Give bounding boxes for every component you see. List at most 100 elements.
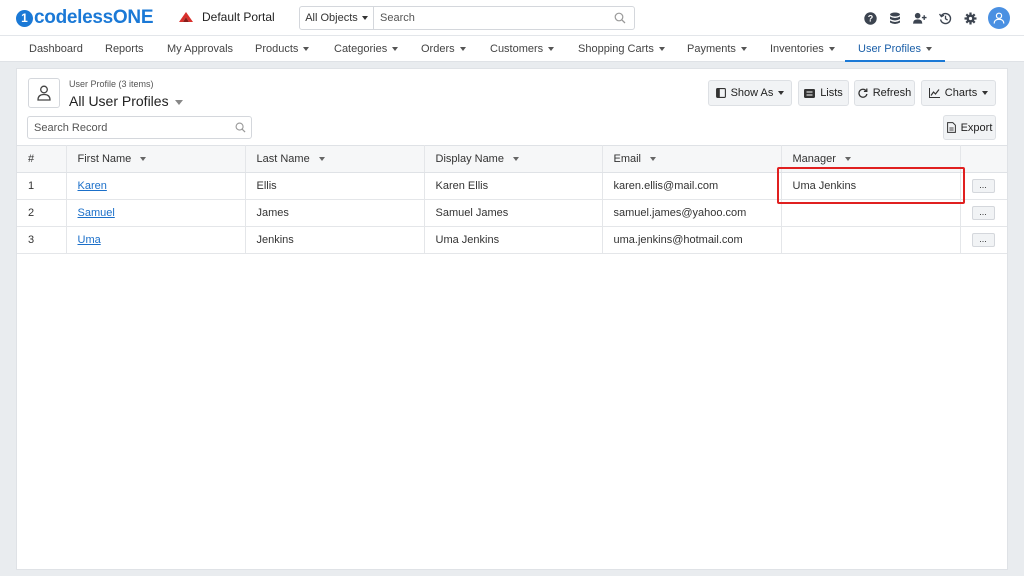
sort-icon[interactable] (318, 157, 325, 162)
main-nav: Dashboard Reports My Approvals Products … (0, 36, 1024, 62)
refresh-label: Refresh (872, 87, 912, 99)
nav-label: Payments (687, 43, 736, 55)
search-icon[interactable] (606, 7, 634, 29)
row-more-button[interactable]: ... (971, 179, 995, 193)
portal-name: Default Portal (202, 10, 275, 24)
column-header-last-name[interactable]: Last Name (245, 145, 425, 173)
nav-dashboard[interactable]: Dashboard (29, 36, 83, 62)
refresh-icon (858, 88, 868, 98)
column-label: Display Name (435, 153, 504, 165)
sort-icon[interactable] (650, 157, 657, 162)
record-link[interactable]: Karen (78, 180, 107, 192)
gear-icon[interactable] (963, 11, 977, 25)
search-icon[interactable] (229, 122, 251, 133)
record-link[interactable]: Uma (78, 234, 101, 246)
table-row[interactable]: 2 Samuel James Samuel James samuel.james… (17, 199, 1007, 227)
last-name-cell: Jenkins (245, 226, 425, 254)
charts-button[interactable]: Charts (921, 80, 996, 106)
table-row[interactable]: 1 Karen Ellis Karen Ellis karen.ellis@ma… (17, 172, 1007, 200)
app-logo[interactable]: 1 codelessONE (16, 7, 154, 29)
record-search-input[interactable] (28, 121, 229, 134)
sort-icon[interactable] (140, 157, 147, 162)
nav-orders[interactable]: Orders (421, 36, 466, 62)
row-number: 1 (17, 172, 67, 200)
nav-label: Dashboard (29, 43, 83, 55)
nav-label: Reports (105, 43, 144, 55)
top-header: 1 codelessONE Default Portal All Objects… (0, 0, 1024, 36)
show-as-button[interactable]: Show As (708, 80, 792, 106)
column-label: First Name (77, 153, 132, 165)
column-label: Email (613, 153, 642, 165)
list-icon (804, 88, 816, 98)
nav-customers[interactable]: Customers (490, 36, 555, 62)
nav-user-profiles[interactable]: User Profiles (845, 36, 945, 62)
refresh-button[interactable]: Refresh (854, 80, 915, 106)
last-name-cell: James (245, 199, 425, 227)
export-button[interactable]: Export (943, 115, 996, 140)
nav-label: Categories (334, 43, 388, 55)
table-row[interactable]: 3 Uma Jenkins Uma Jenkins uma.jenkins@ho… (17, 226, 1007, 254)
database-icon[interactable] (888, 11, 902, 25)
search-scope-dropdown[interactable]: All Objects (300, 7, 374, 29)
list-panel: User Profile (3 items) All User Profiles… (16, 68, 1008, 570)
nav-shopping-carts[interactable]: Shopping Carts (578, 36, 665, 62)
global-search: All Objects (299, 6, 635, 30)
user-avatar[interactable] (988, 7, 1010, 29)
nav-label: User Profiles (858, 43, 921, 55)
row-number: 2 (17, 199, 67, 227)
chevron-down-icon (174, 99, 183, 105)
column-header-actions (960, 145, 1007, 173)
logo-mark: 1 (16, 9, 33, 27)
column-header-first-name[interactable]: First Name (66, 145, 246, 173)
manager-cell[interactable] (781, 226, 961, 254)
view-title: All User Profiles (69, 93, 169, 109)
object-count: User Profile (3 items) (69, 79, 154, 89)
display-name-cell: Uma Jenkins (424, 226, 603, 254)
add-user-icon[interactable] (913, 11, 927, 25)
column-header-email[interactable]: Email (602, 145, 782, 173)
first-name-cell: Samuel (66, 199, 246, 227)
nav-products[interactable]: Products (255, 36, 310, 62)
portal-icon (179, 12, 193, 22)
nav-categories[interactable]: Categories (334, 36, 399, 62)
actions-cell: ... (960, 172, 1007, 200)
global-search-input[interactable] (374, 7, 606, 29)
svg-text:?: ? (867, 13, 873, 23)
sort-icon[interactable] (512, 157, 519, 162)
chart-icon (928, 88, 940, 98)
column-header-display-name[interactable]: Display Name (424, 145, 603, 173)
chevron-down-icon (361, 16, 368, 20)
chevron-down-icon (548, 47, 555, 52)
chevron-down-icon (740, 47, 747, 52)
sort-icon[interactable] (844, 157, 851, 162)
user-profile-icon (28, 78, 60, 108)
chevron-down-icon (392, 47, 399, 52)
manager-cell[interactable] (781, 199, 961, 227)
record-link[interactable]: Samuel (78, 207, 115, 219)
row-more-button[interactable]: ... (971, 206, 995, 220)
last-name-cell: Ellis (245, 172, 425, 200)
nav-label: Customers (490, 43, 544, 55)
portal-switcher[interactable]: Default Portal (178, 10, 275, 24)
view-selector[interactable]: All User Profiles (69, 93, 183, 109)
history-icon[interactable] (938, 11, 952, 25)
nav-payments[interactable]: Payments (687, 36, 747, 62)
column-header-number: # (17, 145, 67, 173)
column-header-manager[interactable]: Manager (781, 145, 961, 173)
nav-label: My Approvals (167, 43, 234, 55)
manager-cell[interactable]: Uma Jenkins (781, 172, 961, 200)
first-name-cell: Uma (66, 226, 246, 254)
record-search (27, 116, 252, 139)
row-number: 3 (17, 226, 67, 254)
actions-cell: ... (960, 199, 1007, 227)
layout-icon (715, 88, 726, 98)
lists-button[interactable]: Lists (798, 80, 849, 106)
email-cell: uma.jenkins@hotmail.com (602, 226, 782, 254)
actions-cell: ... (960, 226, 1007, 254)
nav-label: Products (255, 43, 299, 55)
help-icon[interactable]: ? (863, 11, 877, 25)
nav-my-approvals[interactable]: My Approvals (167, 36, 233, 62)
row-more-button[interactable]: ... (971, 233, 995, 247)
nav-inventories[interactable]: Inventories (770, 36, 835, 62)
nav-reports[interactable]: Reports (105, 36, 144, 62)
